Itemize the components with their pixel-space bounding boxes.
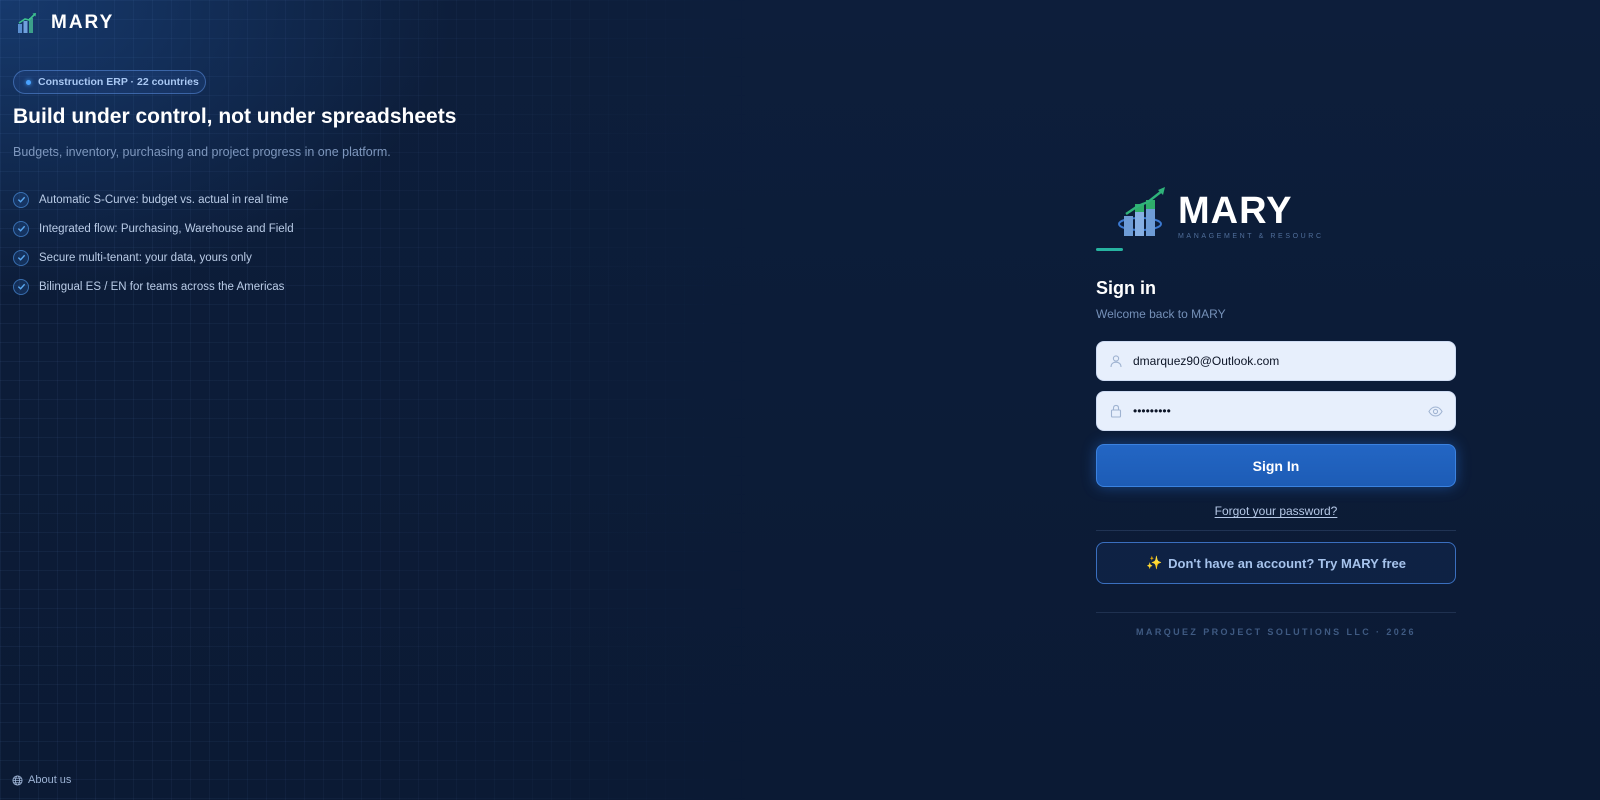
bar-chart-growth-icon (1118, 187, 1165, 236)
check-circle-icon (13, 249, 29, 266)
hero-subtitle: Budgets, inventory, purchasing and proje… (13, 145, 391, 159)
about-us-link[interactable]: About us (12, 774, 71, 786)
feature-text: Secure multi-tenant: your data, yours on… (39, 251, 252, 264)
accent-divider (1096, 248, 1123, 251)
divider (1096, 612, 1456, 613)
lock-icon (1110, 404, 1122, 418)
show-password-eye-icon[interactable] (1428, 405, 1443, 418)
globe-icon (12, 774, 23, 786)
signin-subtitle: Welcome back to MARY (1096, 307, 1226, 321)
sparkles-icon: ✨ (1145, 555, 1163, 570)
email-field (1096, 341, 1456, 381)
email-input[interactable] (1133, 342, 1413, 380)
pill-text: Construction ERP · 22 countries (38, 76, 199, 88)
password-input[interactable] (1133, 392, 1413, 430)
divider (1096, 530, 1456, 531)
copyright-footer: MARQUEZ PROJECT SOLUTIONS LLC · 2026 (1136, 627, 1416, 637)
feature-text: Automatic S-Curve: budget vs. actual in … (39, 193, 289, 206)
feature-item: Automatic S-Curve: budget vs. actual in … (13, 185, 294, 214)
feature-item: Secure multi-tenant: your data, yours on… (13, 243, 294, 272)
status-dot-icon (26, 79, 31, 85)
bar-chart-growth-icon (18, 13, 36, 33)
login-panel: MARY MANAGEMENT & RESOURC Sign in Welcom… (1096, 180, 1456, 637)
feature-text: Integrated flow: Purchasing, Warehouse a… (39, 222, 294, 235)
check-circle-icon (13, 220, 29, 237)
feature-item: Integrated flow: Purchasing, Warehouse a… (13, 214, 294, 243)
sign-in-button[interactable]: Sign In (1096, 444, 1456, 487)
brand-name: MARY (51, 12, 115, 33)
check-circle-icon (13, 191, 29, 208)
try-free-label: Don't have an account? Try MARY free (1168, 555, 1407, 571)
login-logo: MARY MANAGEMENT & RESOURC (1096, 180, 1456, 240)
feature-list: Automatic S-Curve: budget vs. actual in … (13, 185, 294, 301)
feature-text: Bilingual ES / EN for teams across the A… (39, 280, 285, 293)
check-circle-icon (13, 278, 29, 295)
login-logo-name: MARY (1178, 190, 1293, 232)
tagline-pill: Construction ERP · 22 countries (13, 70, 206, 94)
login-logo-tagline: MANAGEMENT & RESOURC (1178, 233, 1324, 240)
forgot-password-link[interactable]: Forgot your password? (1096, 504, 1456, 518)
user-icon (1110, 355, 1122, 368)
password-field (1096, 391, 1456, 431)
header-brand[interactable]: MARY (17, 12, 114, 34)
signin-title: Sign in (1096, 278, 1156, 298)
try-free-button[interactable]: ✨ Don't have an account? Try MARY free (1096, 542, 1456, 584)
feature-item: Bilingual ES / EN for teams across the A… (13, 272, 294, 301)
about-us-label: About us (28, 774, 72, 786)
hero-title: Build under control, not under spreadshe… (13, 105, 457, 128)
